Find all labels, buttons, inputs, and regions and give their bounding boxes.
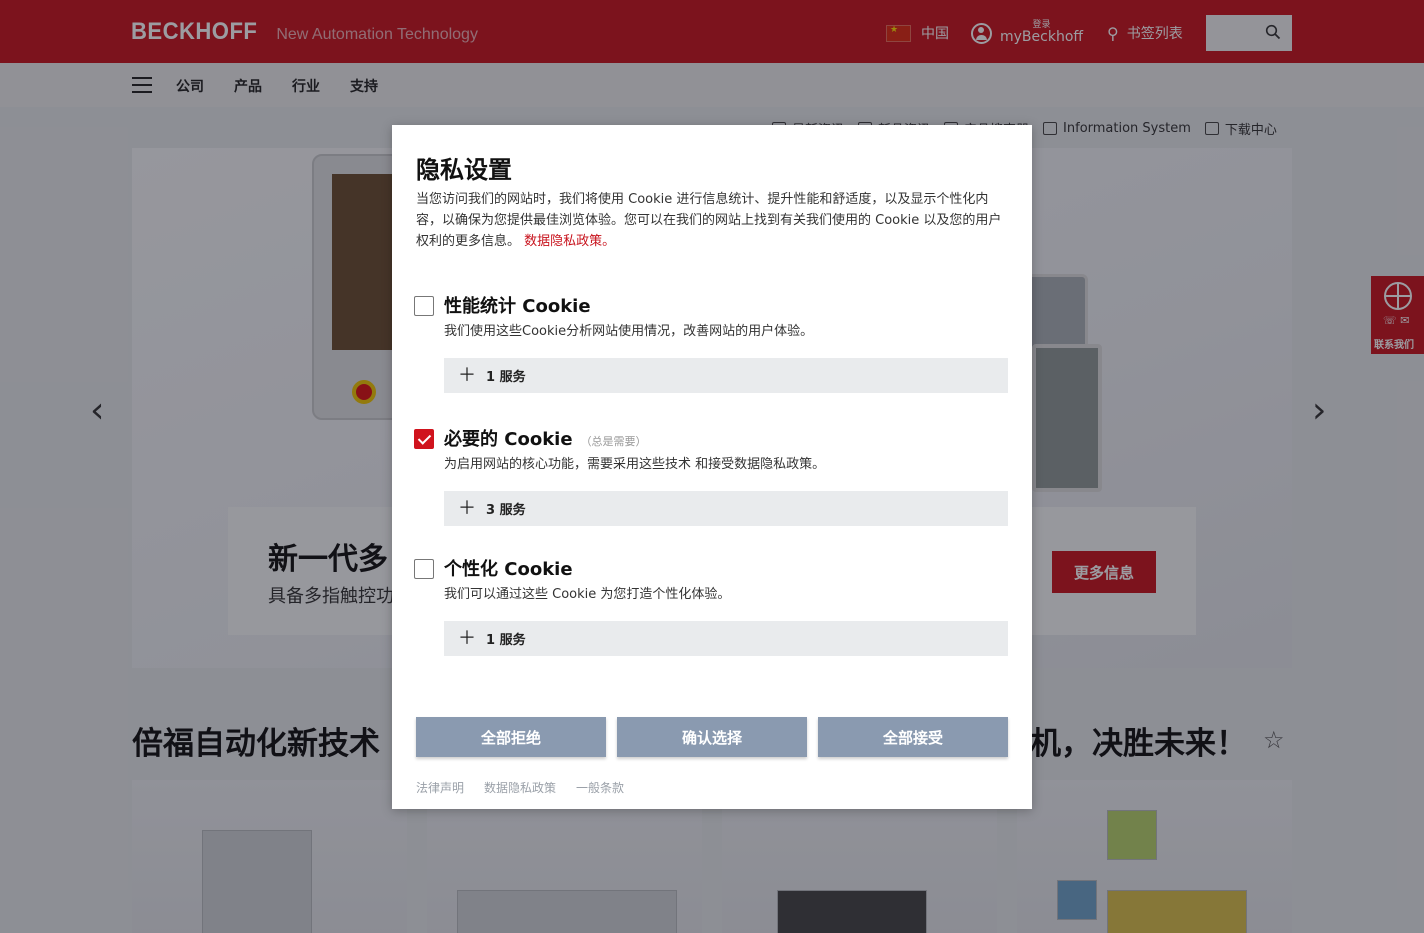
confirm-selection-button[interactable]: 确认选择 xyxy=(617,717,807,757)
personalization-services-label: 1 服务 xyxy=(486,633,526,648)
reject-all-button[interactable]: 全部拒绝 xyxy=(416,717,606,757)
performance-cookie-title-text: 性能统计 Cookie xyxy=(444,296,591,317)
plus-icon: ＋ xyxy=(458,497,476,519)
essential-cookie-checkbox[interactable] xyxy=(414,429,434,449)
personalization-cookie-title-text: 个性化 Cookie xyxy=(444,559,573,580)
performance-services-label: 1 服务 xyxy=(486,370,526,385)
performance-cookie-description: 我们使用这些Cookie分析网站使用情况，改善网站的用户体验。 xyxy=(444,324,814,339)
general-terms-link[interactable]: 一般条款 xyxy=(576,779,624,796)
personalization-cookie-description: 我们可以通过这些 Cookie 为您打造个性化体验。 xyxy=(444,587,731,602)
dialog-title: 隐私设置 xyxy=(416,156,512,184)
dialog-description-text: 当您访问我们的网站时，我们将使用 Cookie 进行信息统计、提升性能和舒适度，… xyxy=(416,192,1002,249)
essential-services-label: 3 服务 xyxy=(486,503,526,518)
essential-services-toggle[interactable]: ＋ 3 服务 xyxy=(444,491,1008,526)
personalization-services-toggle[interactable]: ＋ 1 服务 xyxy=(444,621,1008,656)
privacy-settings-dialog: 隐私设置 当您访问我们的网站时，我们将使用 Cookie 进行信息统计、提升性能… xyxy=(392,125,1032,809)
privacy-policy-link[interactable]: 数据隐私政策。 xyxy=(524,234,615,249)
dialog-description: 当您访问我们的网站时，我们将使用 Cookie 进行信息统计、提升性能和舒适度，… xyxy=(416,189,1008,252)
personalization-cookie-title: 个性化 Cookie xyxy=(444,555,573,581)
essential-cookie-description: 为启用网站的核心功能，需要采用这些技术 和接受数据隐私政策。 xyxy=(444,457,826,472)
accept-all-button[interactable]: 全部接受 xyxy=(818,717,1008,757)
dialog-footer-links: 法律声明 数据隐私政策 一般条款 xyxy=(416,779,624,796)
performance-services-toggle[interactable]: ＋ 1 服务 xyxy=(444,358,1008,393)
essential-cookie-title: 必要的 Cookie （总是需要） xyxy=(444,425,647,451)
privacy-policy-footer-link[interactable]: 数据隐私政策 xyxy=(484,779,556,796)
legal-notice-link[interactable]: 法律声明 xyxy=(416,779,464,796)
plus-icon: ＋ xyxy=(458,627,476,649)
plus-icon: ＋ xyxy=(458,364,476,386)
personalization-cookie-checkbox[interactable] xyxy=(414,559,434,579)
dialog-actions: 全部拒绝 确认选择 全部接受 xyxy=(416,717,1008,757)
performance-cookie-checkbox[interactable] xyxy=(414,296,434,316)
essential-cookie-title-text: 必要的 Cookie xyxy=(444,429,573,450)
always-required-note: （总是需要） xyxy=(580,435,647,448)
performance-cookie-title: 性能统计 Cookie xyxy=(444,292,591,318)
